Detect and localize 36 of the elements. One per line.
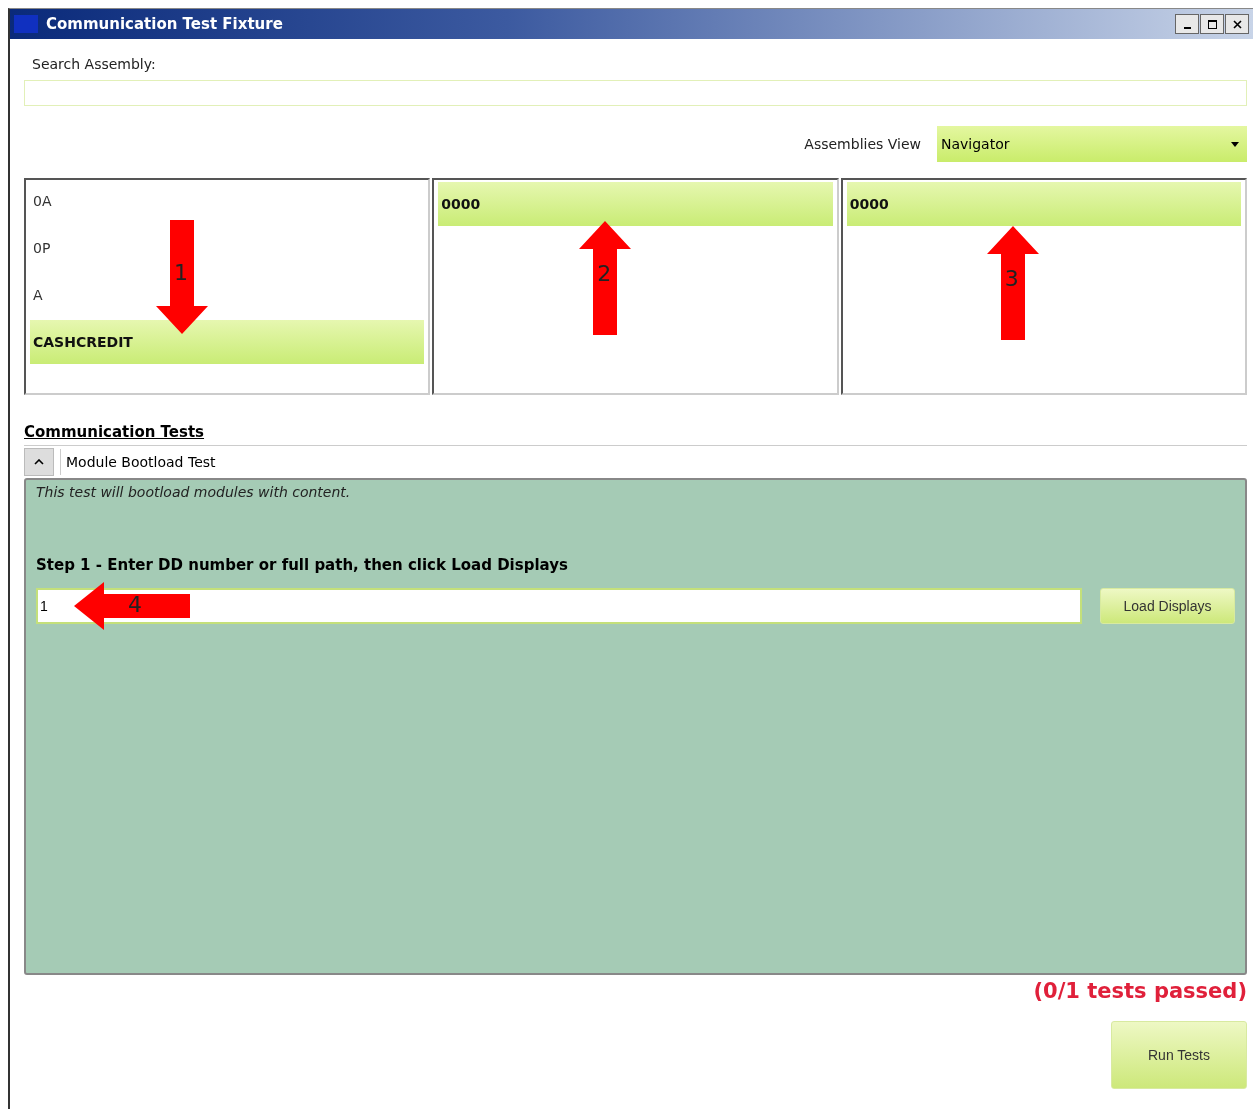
test-description: This test will bootload modules with content.	[36, 484, 352, 500]
assemblies-view-dropdown[interactable]: Navigator	[937, 126, 1247, 162]
window-title: Communication Test Fixture	[46, 15, 284, 33]
list-item[interactable]: 0000	[846, 182, 1241, 226]
annotation-number: 1	[174, 262, 188, 284]
load-displays-button[interactable]: Load Displays	[1100, 588, 1235, 624]
minimize-icon	[1183, 26, 1191, 29]
list-item[interactable]: 0000	[438, 182, 833, 226]
arrow-icon	[579, 221, 632, 335]
annotation-number: 4	[128, 594, 142, 616]
search-field[interactable]	[24, 80, 1247, 106]
annotation-number: 2	[597, 263, 612, 285]
close-icon	[1232, 19, 1242, 29]
run-tests-button[interactable]: Run Tests	[1111, 1021, 1247, 1089]
arrow-icon	[986, 226, 1039, 340]
test-status: (0/1 tests passed)	[1033, 979, 1247, 1003]
list-item[interactable]: 0P	[30, 239, 425, 257]
close-button[interactable]	[1225, 14, 1249, 34]
assemblies-view-label: Assemblies View	[804, 136, 921, 152]
maximize-button[interactable]	[1200, 14, 1224, 34]
list-item[interactable]: A	[30, 286, 425, 304]
annotation-number: 3	[1004, 268, 1019, 290]
list-item[interactable]: 0A	[30, 192, 425, 210]
dropdown-caret-icon	[1231, 141, 1239, 147]
minimize-button[interactable]	[1175, 14, 1199, 34]
search-label: Search Assembly:	[32, 56, 157, 72]
collapse-button[interactable]	[24, 448, 54, 476]
arrow-icon	[156, 220, 208, 334]
chevron-icon	[34, 459, 44, 465]
step-instruction: Step 1 - Enter DD number or full path, then click Load Displays	[36, 556, 569, 574]
list-item[interactable]: CASHCREDIT	[30, 320, 425, 364]
test-name: Module Bootload Test	[60, 449, 1247, 475]
arrow-icon	[74, 582, 190, 630]
section-title: Communication Tests	[24, 423, 206, 441]
app-icon	[14, 15, 38, 33]
maximize-icon	[1207, 19, 1217, 29]
